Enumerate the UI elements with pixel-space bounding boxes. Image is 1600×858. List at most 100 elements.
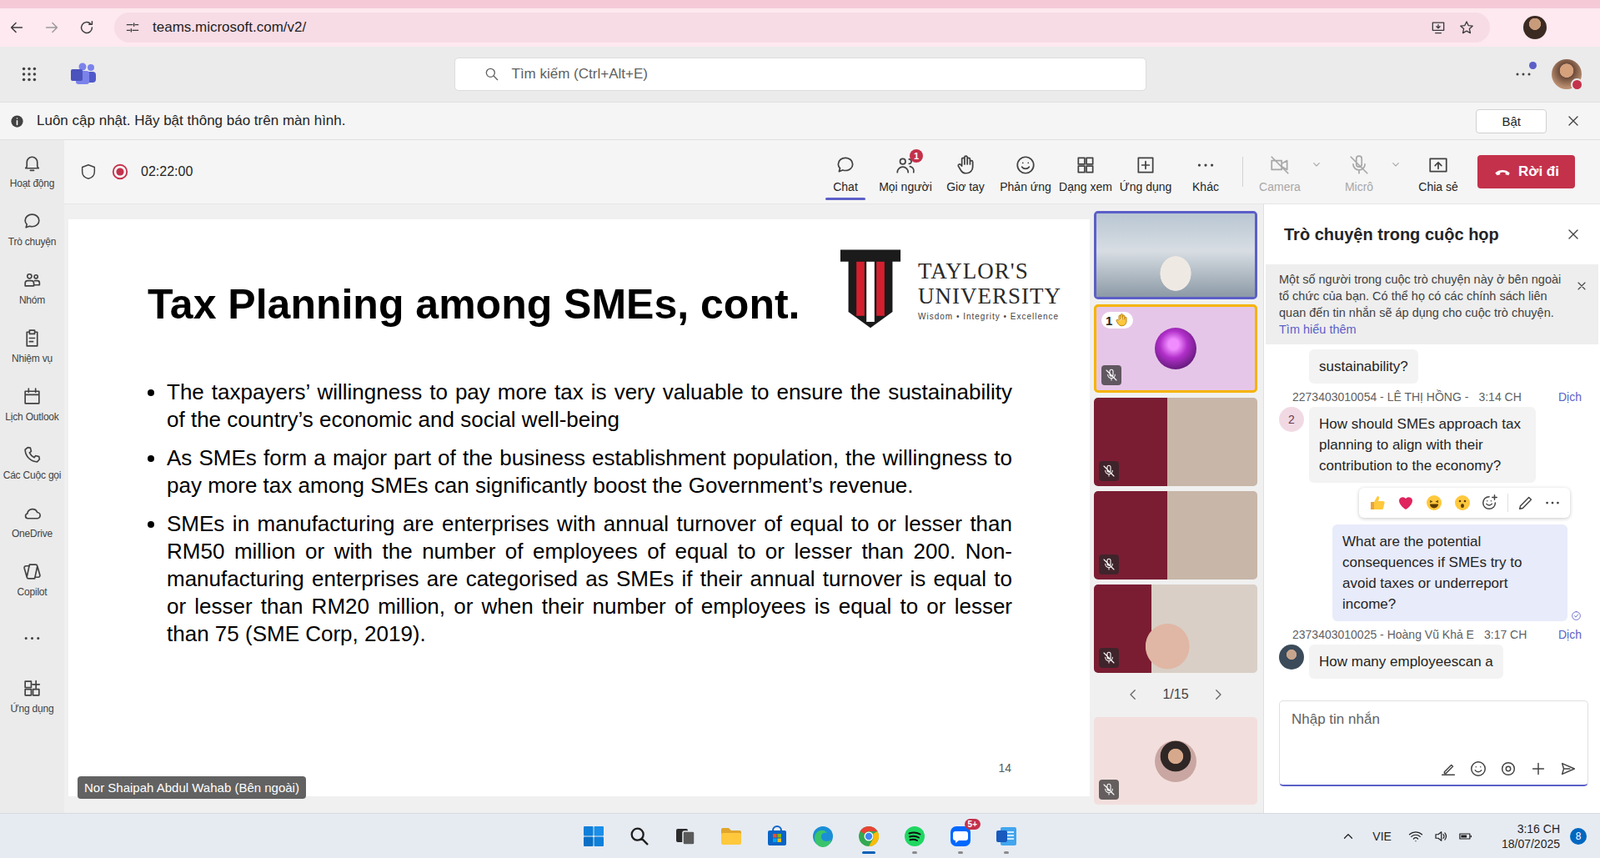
slide-bullet: The taxpayers’ willingness to pay more t… bbox=[166, 378, 1013, 434]
chat-title: Trò chuyện trong cuộc họp bbox=[1284, 225, 1500, 245]
app-launcher-icon[interactable] bbox=[20, 65, 39, 84]
teams-logo-icon[interactable] bbox=[70, 62, 97, 86]
close-icon[interactable] bbox=[1564, 225, 1582, 243]
close-icon[interactable] bbox=[1574, 279, 1589, 293]
clock[interactable]: 3:16 CH18/07/2025 bbox=[1501, 821, 1560, 852]
more-dots-icon[interactable] bbox=[1543, 493, 1562, 512]
toolbar-button[interactable]: Giơ tay bbox=[935, 140, 996, 204]
edit-pencil-icon[interactable] bbox=[1516, 493, 1535, 512]
rail-item[interactable]: Lịch Outlook bbox=[0, 375, 65, 434]
enable-notifications-button[interactable]: Bật bbox=[1475, 109, 1547, 134]
taskbar-app[interactable] bbox=[852, 817, 886, 855]
chevron-left-icon[interactable] bbox=[1125, 687, 1141, 703]
self-view-tile[interactable] bbox=[1093, 717, 1258, 805]
search-icon bbox=[483, 65, 501, 83]
taskbar-app[interactable] bbox=[622, 817, 657, 855]
laughing-face-icon[interactable] bbox=[1424, 492, 1445, 513]
more-button[interactable] bbox=[1513, 64, 1534, 85]
more-icon bbox=[1194, 154, 1217, 176]
toolbar-label: Ứng dụng bbox=[1119, 180, 1173, 194]
volume-icon[interactable] bbox=[1433, 828, 1449, 844]
bookmark-star-icon[interactable] bbox=[1458, 19, 1475, 36]
chat-message: What are the potential consequences if S… bbox=[1278, 524, 1582, 622]
participant-tile[interactable] bbox=[1093, 210, 1258, 300]
rail-label: Nhiệm vụ bbox=[11, 352, 53, 365]
forward-arrow-icon[interactable] bbox=[42, 18, 61, 37]
spotify-icon bbox=[902, 824, 927, 848]
taskbar-app[interactable]: 5+ bbox=[943, 817, 978, 855]
teams-header: Tìm kiếm (Ctrl+Alt+E) bbox=[0, 46, 1600, 102]
participant-tile[interactable] bbox=[1093, 491, 1258, 580]
rail-item[interactable]: Nhóm bbox=[0, 258, 65, 317]
participant-tile[interactable] bbox=[1093, 397, 1258, 487]
sender-avatar[interactable] bbox=[1278, 644, 1305, 670]
add-reaction-icon[interactable] bbox=[1480, 493, 1500, 512]
toolbar-button[interactable]: Dạng xem bbox=[1055, 140, 1116, 204]
participant-tile[interactable]: 1 bbox=[1093, 304, 1258, 393]
taskbar-app[interactable] bbox=[989, 817, 1024, 855]
heart-icon[interactable] bbox=[1395, 492, 1416, 513]
chevron-up-icon[interactable] bbox=[1340, 828, 1356, 844]
participant-tile[interactable] bbox=[1093, 584, 1258, 673]
rail-item[interactable]: Các Cuộc gọi bbox=[0, 433, 65, 492]
translate-link[interactable]: Dịch bbox=[1558, 627, 1582, 642]
send-icon[interactable] bbox=[1559, 759, 1578, 778]
toolbar-button[interactable]: Khác bbox=[1175, 140, 1236, 204]
message-bubble: What are the potential consequences if S… bbox=[1332, 524, 1568, 622]
rail-item[interactable]: Nhiệm vụ bbox=[0, 316, 65, 376]
site-settings-icon[interactable] bbox=[124, 19, 141, 36]
learn-more-link[interactable]: Tìm hiểu thêm bbox=[1278, 322, 1357, 337]
participant-avatar bbox=[1154, 327, 1197, 370]
toolbar-button[interactable]: Chat bbox=[815, 140, 876, 204]
address-bar[interactable]: teams.microsoft.com/v2/ bbox=[114, 12, 1490, 43]
windows-start-icon bbox=[581, 824, 606, 848]
plus-icon[interactable] bbox=[1529, 759, 1548, 778]
battery-icon[interactable] bbox=[1458, 828, 1474, 844]
search-box[interactable]: Tìm kiếm (Ctrl+Alt+E) bbox=[454, 57, 1147, 91]
toolbar-button[interactable]: Phản ứng bbox=[995, 140, 1056, 204]
close-icon[interactable] bbox=[1564, 112, 1582, 130]
message-bubble: sustainability? bbox=[1309, 349, 1419, 384]
notification-count-badge[interactable]: 8 bbox=[1569, 827, 1587, 845]
meeting-window: 02:22:00Chat1Mọi ngườiGiơ tayPhản ứngDạn… bbox=[64, 140, 1600, 813]
back-arrow-icon[interactable] bbox=[7, 18, 26, 37]
profile-avatar[interactable] bbox=[1551, 59, 1582, 90]
taskbar-app[interactable] bbox=[897, 817, 932, 855]
format-pen-icon[interactable] bbox=[1439, 759, 1458, 778]
rail-item[interactable] bbox=[0, 608, 65, 668]
chevron-right-icon[interactable] bbox=[1210, 687, 1226, 703]
message-input[interactable]: Nhập tin nhắn bbox=[1278, 700, 1589, 787]
taskbar-app[interactable] bbox=[760, 817, 794, 855]
wifi-icon[interactable] bbox=[1408, 828, 1424, 844]
input-language[interactable]: VIE bbox=[1372, 829, 1392, 843]
device-control[interactable]: Camera bbox=[1249, 140, 1330, 204]
toolbar-button[interactable]: 1Mọi người bbox=[875, 140, 936, 204]
loop-icon[interactable] bbox=[1499, 759, 1518, 778]
rail-item[interactable]: OneDrive bbox=[0, 491, 65, 551]
rail-item[interactable]: Ứng dụng bbox=[0, 667, 65, 726]
taskbar-app[interactable] bbox=[806, 817, 840, 855]
sender-avatar[interactable]: 2 bbox=[1278, 406, 1305, 432]
taskbar-app[interactable] bbox=[576, 817, 611, 855]
chevron-down-icon[interactable] bbox=[1389, 157, 1403, 171]
leave-button[interactable]: Rời đi bbox=[1477, 155, 1575, 189]
taskbar-app[interactable] bbox=[668, 817, 703, 855]
thumbs-up-icon[interactable] bbox=[1367, 492, 1388, 513]
install-app-icon[interactable] bbox=[1429, 19, 1447, 36]
rail-item[interactable]: Trò chuyện bbox=[0, 200, 65, 259]
toolbar-button[interactable]: Ứng dụng bbox=[1115, 140, 1176, 204]
reload-icon[interactable] bbox=[77, 18, 96, 37]
shield-icon[interactable] bbox=[79, 162, 98, 181]
translate-link[interactable]: Dịch bbox=[1558, 390, 1582, 404]
device-control[interactable]: Chia sẻ bbox=[1408, 140, 1469, 204]
rail-item[interactable]: Hoạt động bbox=[0, 141, 65, 201]
message-header: 2373403010025 - Hoàng Vũ Khả E3:17 CHDịc… bbox=[1278, 627, 1582, 642]
surprised-face-icon[interactable] bbox=[1452, 492, 1473, 513]
device-control[interactable]: Micrô bbox=[1329, 140, 1409, 204]
chevron-down-icon[interactable] bbox=[1309, 157, 1324, 171]
rail-item[interactable]: Copilot bbox=[0, 550, 65, 609]
taskbar-app[interactable] bbox=[714, 817, 748, 855]
browser-profile-avatar[interactable] bbox=[1523, 15, 1547, 40]
smile-icon bbox=[1014, 154, 1037, 176]
emoji-icon[interactable] bbox=[1469, 759, 1488, 778]
